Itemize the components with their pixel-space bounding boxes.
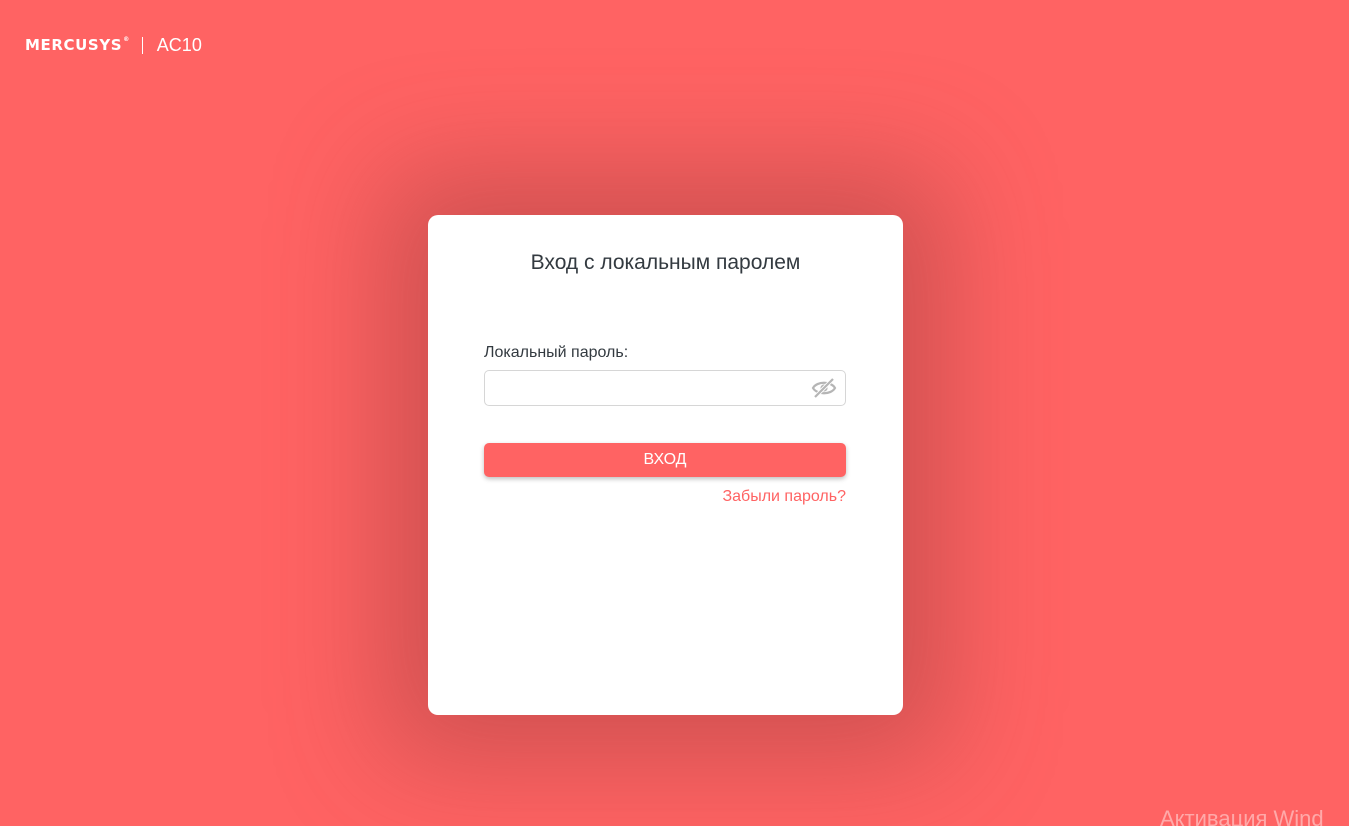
- eye-slash-icon[interactable]: [811, 377, 837, 399]
- windows-activation-watermark: Активация Wind: [1160, 806, 1324, 826]
- login-card: Вход с локальным паролем Локальный парол…: [428, 215, 903, 715]
- login-title: Вход с локальным паролем: [530, 251, 801, 274]
- password-label: Локальный пароль:: [484, 344, 629, 361]
- password-input[interactable]: [485, 371, 805, 405]
- forgot-password-link[interactable]: Забыли пароль?: [722, 488, 846, 506]
- model-name: AC10: [156, 34, 202, 55]
- brand-registered-mark: ®: [123, 36, 130, 43]
- brand-header: MERCUSYS® AC10: [25, 33, 202, 57]
- header-divider: [141, 36, 143, 54]
- mercusys-logo: MERCUSYS®: [25, 36, 130, 54]
- login-button[interactable]: ВХОД: [484, 443, 846, 477]
- brand-name: MERCUSYS: [25, 36, 123, 54]
- password-field: [484, 370, 846, 406]
